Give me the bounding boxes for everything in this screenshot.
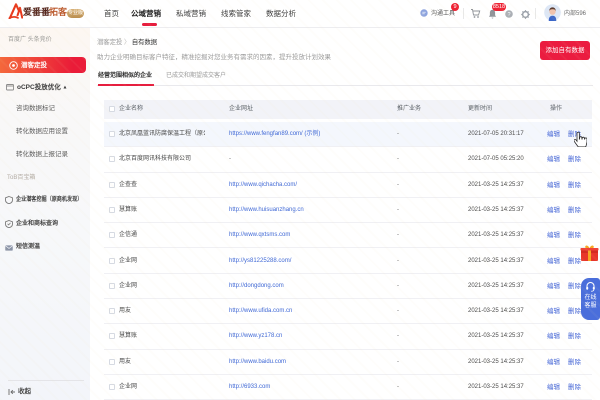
svg-text:?: ? xyxy=(507,12,510,18)
